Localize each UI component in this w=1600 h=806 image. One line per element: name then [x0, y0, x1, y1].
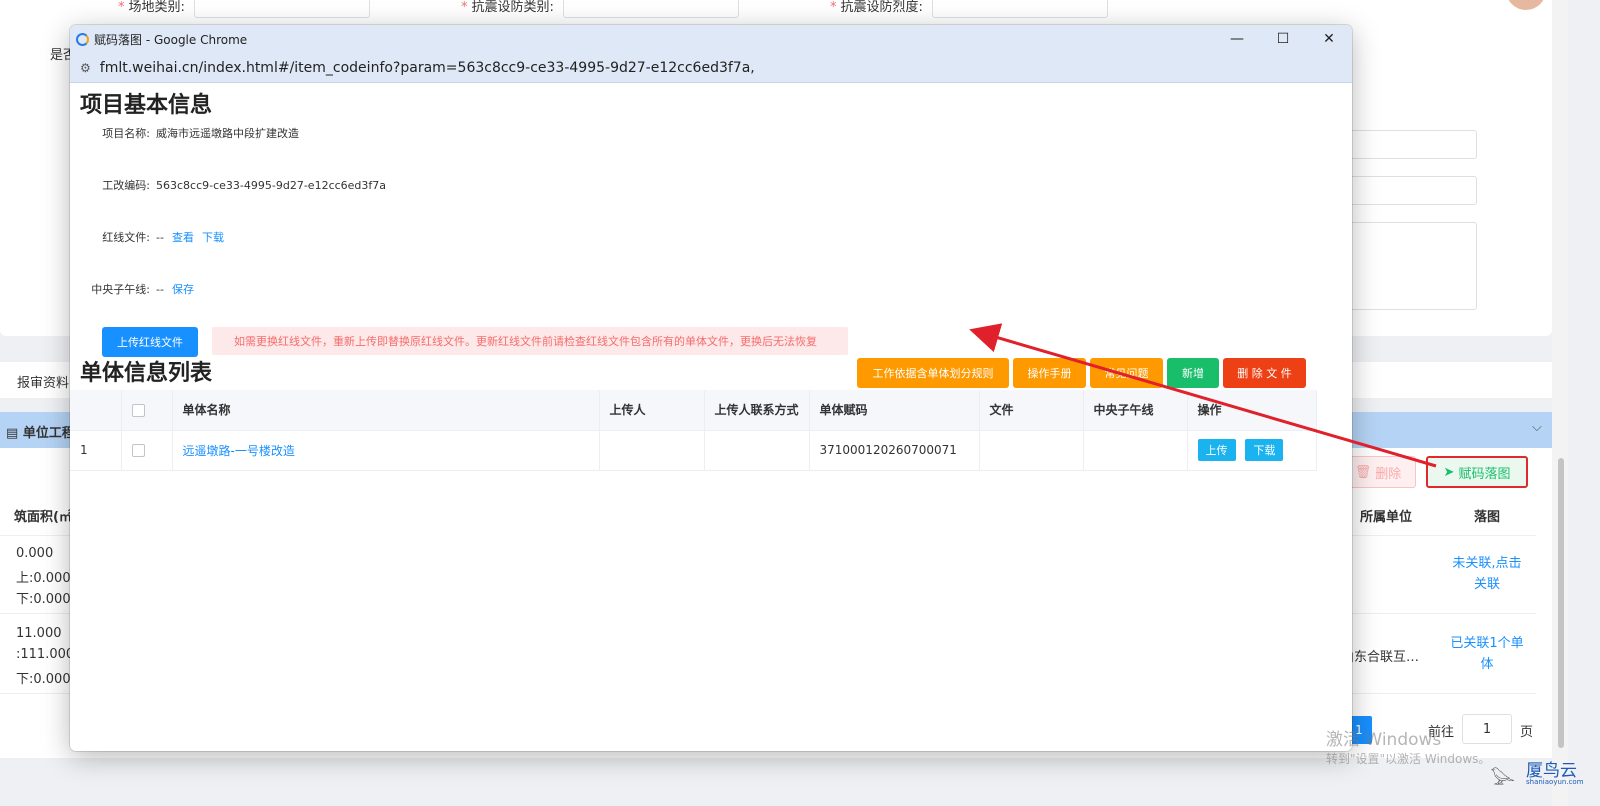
row-unit-name-link[interactable]: 远遥墩路-一号楼改造: [172, 430, 600, 471]
redline-row: 红线文件: -- 查看 下载: [70, 229, 224, 245]
project-name-row: 项目名称: 威海市远遥墩路中段扩建改造: [70, 125, 299, 141]
basic-info-title: 项目基本信息: [80, 93, 213, 118]
faq-button[interactable]: 常见问题: [1090, 358, 1163, 388]
redline-download-link[interactable]: 下载: [202, 229, 224, 245]
seismic-intensity-label: * 抗震设防烈度:: [830, 0, 923, 15]
select-all-checkbox[interactable]: [131, 403, 145, 417]
row-contact: [704, 430, 810, 471]
row-actions: 上传 下载: [1187, 430, 1317, 471]
row1-area-2: 上:0.000: [16, 571, 71, 586]
seismic-intensity-input[interactable]: [932, 0, 1108, 18]
windows-activation-title: 激活 Windows: [1326, 730, 1442, 750]
meridian-label: 中央子午线:: [91, 283, 150, 296]
code-row: 工改编码: 563c8cc9-ce33-4995-9d27-e12cc6ed3f…: [70, 177, 386, 193]
row-download-button[interactable]: 下载: [1245, 439, 1284, 461]
row-uploader: [599, 430, 705, 471]
col-map-header: 落图: [1474, 510, 1501, 525]
goto-page-input[interactable]: 1: [1462, 714, 1512, 744]
site-category-input[interactable]: [194, 0, 370, 18]
redline-value: --: [156, 230, 164, 244]
windows-activation-hint: 转到"设置"以激活 Windows。: [1326, 752, 1491, 766]
row-file: [979, 430, 1084, 471]
code-value: 563c8cc9-ce33-4995-9d27-e12cc6ed3f7a: [156, 178, 387, 192]
col-file: 文件: [979, 390, 1084, 431]
meridian-row: 中央子午线: -- 保存: [70, 281, 194, 297]
seismic-category-label: * 抗震设防类别:: [461, 0, 554, 15]
chevron-down-icon[interactable]: ⌵: [1532, 420, 1542, 435]
row1-area-1: 0.000: [16, 546, 54, 561]
meridian-value: --: [156, 282, 164, 296]
upload-redline-button[interactable]: 上传红线文件: [102, 327, 198, 357]
col-uploader-contact: 上传人联系方式: [704, 390, 810, 431]
site-category-label: * 场地类别:: [118, 0, 185, 15]
address-bar[interactable]: ⚙ fmlt.weihai.cn/index.html#/item_codein…: [70, 53, 1352, 83]
popup-content: 项目基本信息 项目名称: 威海市远遥墩路中段扩建改造 工改编码: 563c8cc…: [70, 83, 1352, 751]
brand-domain: shaniaoyun.com: [1526, 778, 1584, 786]
site-settings-icon[interactable]: ⚙: [80, 61, 91, 75]
assign-map-button[interactable]: ➤ 赋码落图: [1426, 456, 1528, 488]
col-meridian: 中央子午线: [1083, 390, 1188, 431]
redline-notice: 如需更换红线文件，重新上传即替换原红线文件。更新红线文件前请检查红线文件包含所有…: [212, 327, 848, 355]
row1-area-3: 下:0.000: [16, 592, 71, 607]
maximize-button[interactable]: ☐: [1260, 25, 1306, 53]
project-name-label: 项目名称:: [102, 127, 150, 140]
bird-icon: 𓅪: [1490, 769, 1515, 794]
row2-area-3: 下:0.000: [16, 672, 71, 687]
scrollbar-thumb[interactable]: [1558, 458, 1564, 748]
chrome-icon: [76, 32, 89, 46]
row-index: 1: [70, 430, 122, 471]
seismic-category-input[interactable]: [563, 0, 739, 18]
tab-review-docs[interactable]: 报审资料: [17, 372, 69, 391]
row-select[interactable]: [121, 430, 173, 471]
add-button[interactable]: 新增: [1167, 358, 1219, 388]
url-text[interactable]: fmlt.weihai.cn/index.html#/item_codeinfo…: [100, 60, 755, 76]
unit-section-title: ▤ 单位工程: [6, 426, 75, 441]
row2-area-1: 11.000: [16, 626, 62, 641]
manual-button[interactable]: 操作手册: [1013, 358, 1086, 388]
redline-label: 红线文件:: [102, 231, 150, 244]
row2-area-2: :111.000: [16, 647, 75, 662]
col-unit-code: 单体赋码: [809, 390, 980, 431]
row2-map-status-link[interactable]: 已关联1个单体: [1450, 633, 1524, 675]
col-select-all[interactable]: [121, 390, 173, 431]
col-unit-header: 所属单位: [1360, 510, 1413, 525]
col-actions: 操作: [1187, 390, 1317, 431]
row-unit-code: 371000120260700071: [809, 430, 980, 471]
redline-view-link[interactable]: 查看: [172, 229, 194, 245]
table-header-row: 单体名称 上传人 上传人联系方式 单体赋码 文件 中央子午线 操作: [70, 390, 1317, 431]
row-upload-button[interactable]: 上传: [1197, 439, 1236, 461]
col-index: [70, 390, 122, 431]
minimize-button[interactable]: —: [1214, 25, 1260, 53]
page-label: 页: [1520, 725, 1534, 740]
col-area-header: 筑面积(㎡): [14, 510, 78, 525]
row-meridian: [1083, 430, 1188, 471]
table-row: 1 远遥墩路-一号楼改造 371000120260700071 上传 下载: [70, 430, 1317, 471]
window-titlebar[interactable]: 赋码落图 - Google Chrome — ☐ ✕: [70, 25, 1352, 53]
chrome-popup-window: 赋码落图 - Google Chrome — ☐ ✕ ⚙ fmlt.weihai…: [70, 25, 1352, 751]
col-unit-name: 单体名称: [172, 390, 600, 431]
unit-list-title: 单体信息列表: [80, 361, 213, 386]
row2-unit: 山东合联互…: [1341, 650, 1420, 665]
list-icon: ▤: [6, 426, 19, 441]
rules-button[interactable]: 工作依据含单体划分规则: [857, 358, 1009, 388]
unit-table: 单体名称 上传人 上传人联系方式 单体赋码 文件 中央子午线 操作 1 远遥墩路…: [70, 390, 1317, 471]
row-checkbox[interactable]: [131, 444, 145, 457]
trash-icon: 🗑: [1354, 464, 1372, 480]
window-title: 赋码落图 - Google Chrome: [94, 32, 248, 47]
close-button[interactable]: ✕: [1306, 25, 1352, 53]
row1-map-status-link[interactable]: 未关联,点击关联: [1450, 553, 1524, 595]
code-label: 工改编码:: [102, 179, 150, 192]
delete-file-button[interactable]: 删 除 文 件: [1223, 358, 1306, 388]
col-uploader: 上传人: [599, 390, 705, 431]
project-name-value: 威海市远遥墩路中段扩建改造: [156, 127, 299, 140]
meridian-save-link[interactable]: 保存: [172, 281, 194, 297]
send-icon: ➤: [1443, 464, 1455, 480]
